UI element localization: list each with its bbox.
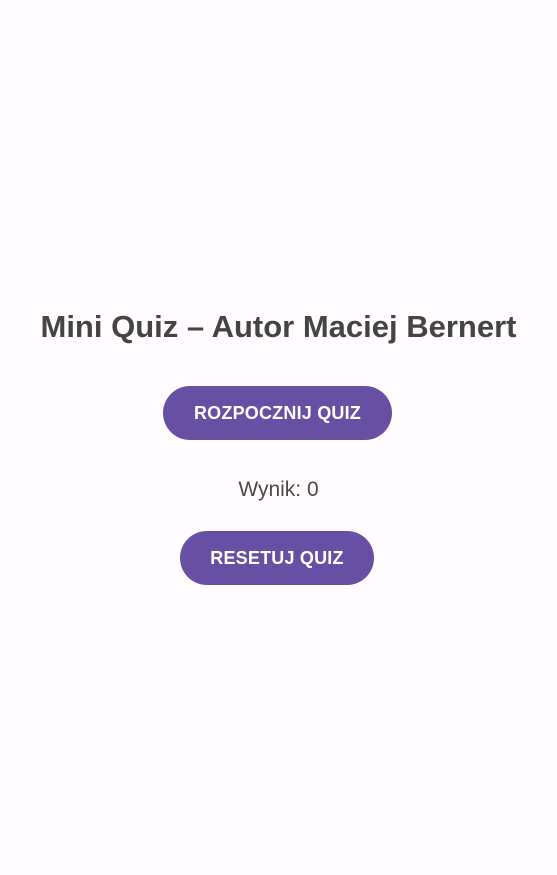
- start-quiz-button[interactable]: ROZPOCZNIJ QUIZ: [163, 386, 392, 440]
- page-title: Mini Quiz – Autor Maciej Bernert: [40, 309, 517, 344]
- reset-quiz-button[interactable]: RESETUJ QUIZ: [180, 531, 374, 585]
- quiz-screen: Mini Quiz – Autor Maciej Bernert ROZPOCZ…: [0, 0, 557, 875]
- score-label: Wynik: 0: [238, 478, 319, 501]
